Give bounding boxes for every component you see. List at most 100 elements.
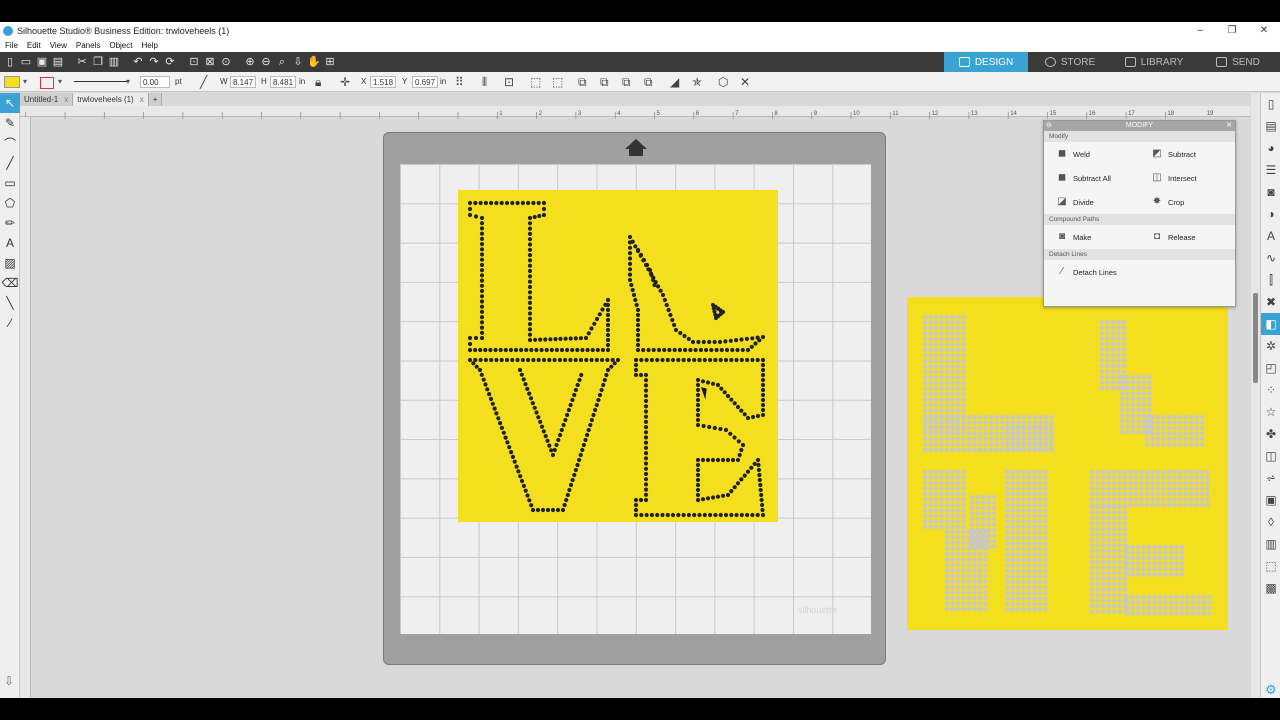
- paste-icon[interactable]: ▥: [107, 55, 121, 69]
- collapse-icon[interactable]: ⊖: [1046, 121, 1052, 131]
- sketch-icon[interactable]: ⩫: [1261, 467, 1280, 489]
- zoom-in-icon[interactable]: ⊕: [243, 55, 257, 69]
- rhinestone-icon[interactable]: ✲: [1261, 335, 1280, 357]
- transparency-icon[interactable]: ◑: [1261, 203, 1280, 225]
- tab-close-icon[interactable]: x: [64, 93, 68, 106]
- save-icon[interactable]: ▣: [35, 55, 49, 69]
- curve-tool-icon[interactable]: ⌒: [0, 133, 20, 153]
- eyedropper-tool-icon[interactable]: ⁄: [0, 313, 20, 333]
- replicate-icon[interactable]: ⁘: [1261, 379, 1280, 401]
- tab-untitled-1[interactable]: Untitled-1 x: [20, 93, 74, 106]
- eraser-tool-icon[interactable]: ⌫: [0, 273, 20, 293]
- edit-points-icon[interactable]: ✎: [0, 113, 20, 133]
- ungroup-icon[interactable]: ⬚: [552, 76, 563, 88]
- maximize-button[interactable]: ❐: [1216, 22, 1248, 39]
- favorites-icon[interactable]: ☆: [1261, 401, 1280, 423]
- line-style-icon[interactable]: ☰: [1261, 159, 1280, 181]
- scrollbar-thumb[interactable]: [1253, 293, 1258, 383]
- fit-to-page-icon[interactable]: ⊞: [323, 55, 337, 69]
- select-by-color-icon[interactable]: ⊙: [219, 55, 233, 69]
- undo-icon[interactable]: ↶: [131, 55, 145, 69]
- crop-button[interactable]: ✸ Crop: [1139, 197, 1234, 207]
- draw-tool-icon[interactable]: ✏: [0, 213, 20, 233]
- bring-forward-icon[interactable]: ⧉: [622, 76, 631, 88]
- group-icon[interactable]: ⬚: [530, 76, 541, 88]
- subtract-button[interactable]: ◩ Subtract: [1139, 149, 1234, 159]
- menu-panels[interactable]: Panels: [76, 41, 100, 50]
- tab-close-icon[interactable]: x: [140, 93, 144, 106]
- tab-send[interactable]: SEND: [1196, 52, 1280, 72]
- line-tool-icon[interactable]: ╱: [0, 153, 20, 173]
- puzzle-icon[interactable]: ✤: [1261, 423, 1280, 445]
- tab-library[interactable]: LIBRARY: [1112, 52, 1196, 72]
- position-icon[interactable]: ✛: [340, 76, 350, 88]
- texture-icon[interactable]: ▩: [1261, 577, 1280, 599]
- modify-panel-icon[interactable]: ◧: [1261, 313, 1280, 335]
- pixscan-icon[interactable]: ⬚: [1261, 555, 1280, 577]
- fill-tool-icon[interactable]: ▨: [0, 253, 20, 273]
- page-setup-icon[interactable]: ▯: [1261, 93, 1280, 115]
- weld-button[interactable]: ◼ Weld: [1044, 149, 1139, 159]
- intersect-button[interactable]: ◫ Intersect: [1139, 173, 1234, 183]
- line-style-dropdown-icon[interactable]: ▾: [126, 76, 130, 88]
- transform-icon[interactable]: ✖: [1261, 291, 1280, 313]
- library-panel-icon[interactable]: ▥: [1261, 533, 1280, 555]
- settings-gear-icon[interactable]: ⚙: [1265, 682, 1277, 698]
- menu-help[interactable]: Help: [141, 41, 157, 50]
- fill-color-icon[interactable]: ◕: [1261, 137, 1280, 159]
- line-dropdown-icon[interactable]: ▾: [58, 76, 62, 88]
- fill-color-swatch[interactable]: [4, 76, 20, 88]
- cut-icon[interactable]: ✂: [75, 55, 89, 69]
- fill-dropdown-icon[interactable]: ▾: [23, 76, 27, 88]
- trace-icon[interactable]: ∿: [1261, 247, 1280, 269]
- rectangle-tool-icon[interactable]: ▭: [0, 173, 20, 193]
- redo-icon[interactable]: ↷: [147, 55, 161, 69]
- love-design-preview[interactable]: [907, 297, 1228, 630]
- lock-aspect-icon[interactable]: 🔒︎: [315, 76, 321, 88]
- document-icon[interactable]: ▤: [1261, 115, 1280, 137]
- line-width-input[interactable]: 0.00: [140, 76, 170, 88]
- print-icon[interactable]: ▤: [51, 55, 65, 69]
- open-icon[interactable]: ▭: [19, 55, 33, 69]
- line-tool-icon[interactable]: ╱: [200, 76, 207, 88]
- redraw-icon[interactable]: ⟳: [163, 55, 177, 69]
- line-color-swatch[interactable]: [40, 77, 54, 89]
- zoom-fit-icon[interactable]: ⌕: [275, 55, 289, 69]
- tab-design[interactable]: DESIGN: [944, 52, 1028, 72]
- x-input[interactable]: 1.518: [370, 76, 396, 88]
- bring-to-front-icon[interactable]: ⧉: [578, 76, 587, 88]
- polygon-tool-icon[interactable]: ⬠: [0, 193, 20, 213]
- menu-edit[interactable]: Edit: [27, 41, 41, 50]
- minimize-button[interactable]: –: [1184, 22, 1216, 39]
- tab-store[interactable]: STORE: [1028, 52, 1112, 72]
- select-tool-icon[interactable]: ↖: [0, 93, 20, 113]
- select-all-icon[interactable]: ⊡: [187, 55, 201, 69]
- offset-icon[interactable]: ◰: [1261, 357, 1280, 379]
- line-style-selector[interactable]: [74, 76, 128, 82]
- new-document-icon[interactable]: ▯: [3, 55, 17, 69]
- align-icon[interactable]: ⫴: [482, 76, 487, 88]
- import-icon[interactable]: ⇩: [4, 674, 18, 688]
- 3d-box-icon[interactable]: ⬡: [718, 76, 728, 88]
- text-style-icon[interactable]: A: [1261, 225, 1280, 247]
- layers-icon[interactable]: ◫: [1261, 445, 1280, 467]
- send-to-back-icon[interactable]: ⧉: [600, 76, 609, 88]
- zoom-out-icon[interactable]: ⊖: [259, 55, 273, 69]
- make-compound-button[interactable]: ◙ Make: [1044, 232, 1139, 242]
- menu-file[interactable]: File: [5, 41, 18, 50]
- star-icon[interactable]: ✯: [692, 76, 702, 88]
- modify-icon[interactable]: ◢: [670, 76, 679, 88]
- height-input[interactable]: 8.481: [270, 76, 296, 88]
- pan-icon[interactable]: ✋: [307, 55, 321, 69]
- tab-trwloveheels[interactable]: trwloveheels (1) x: [73, 93, 149, 106]
- center-icon[interactable]: ⊡: [504, 76, 514, 88]
- y-input[interactable]: 0.697: [412, 76, 438, 88]
- image-icon[interactable]: ◙: [1261, 181, 1280, 203]
- send-backward-icon[interactable]: ⧉: [644, 76, 653, 88]
- copy-icon[interactable]: ❐: [91, 55, 105, 69]
- text-tool-icon[interactable]: A: [0, 233, 20, 253]
- menu-object[interactable]: Object: [109, 41, 132, 50]
- nesting-icon[interactable]: ▣: [1261, 489, 1280, 511]
- vertical-scrollbar[interactable]: [1251, 93, 1260, 698]
- move-down-icon[interactable]: ⇩: [291, 55, 305, 69]
